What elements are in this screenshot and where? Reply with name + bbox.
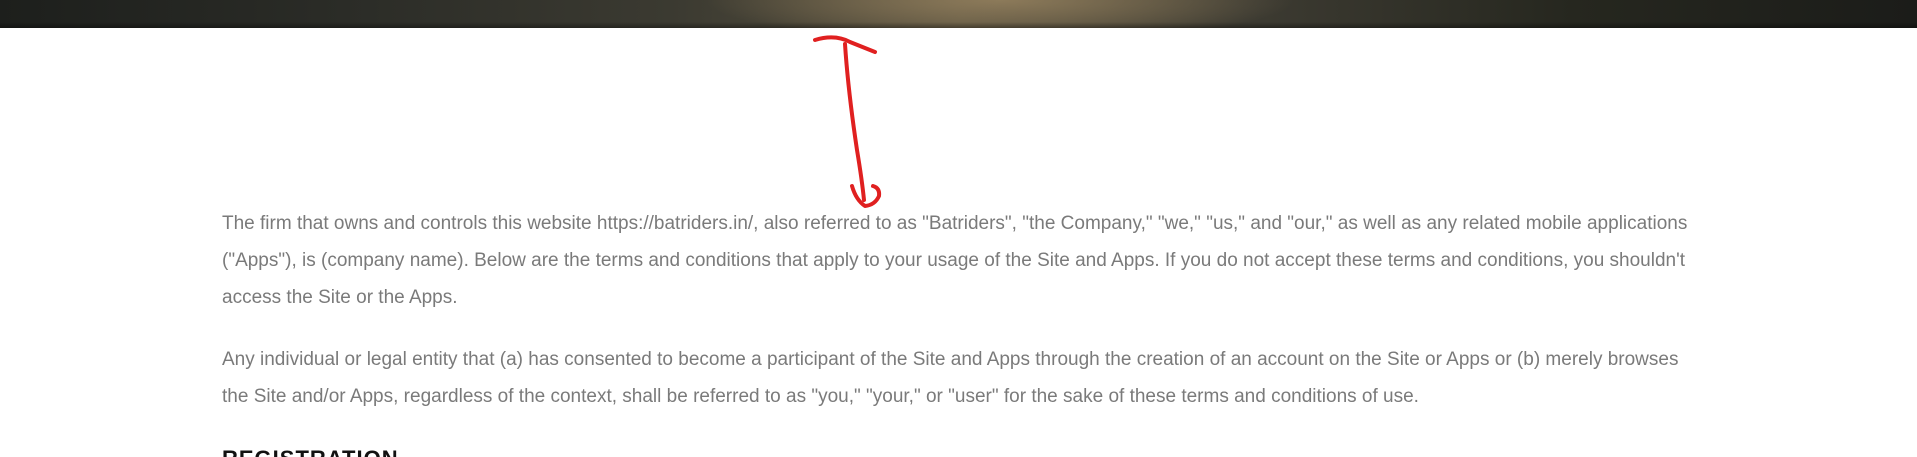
terms-user-definition-paragraph: Any individual or legal entity that (a) … [222,349,1679,407]
hero-banner-image [0,0,1917,28]
registration-heading: REGISTRATION [222,446,399,457]
terms-intro-paragraph: The firm that owns and controls this web… [222,213,1688,308]
page: The firm that owns and controls this web… [0,0,1917,457]
terms-body: The firm that owns and controls this web… [222,205,1702,440]
